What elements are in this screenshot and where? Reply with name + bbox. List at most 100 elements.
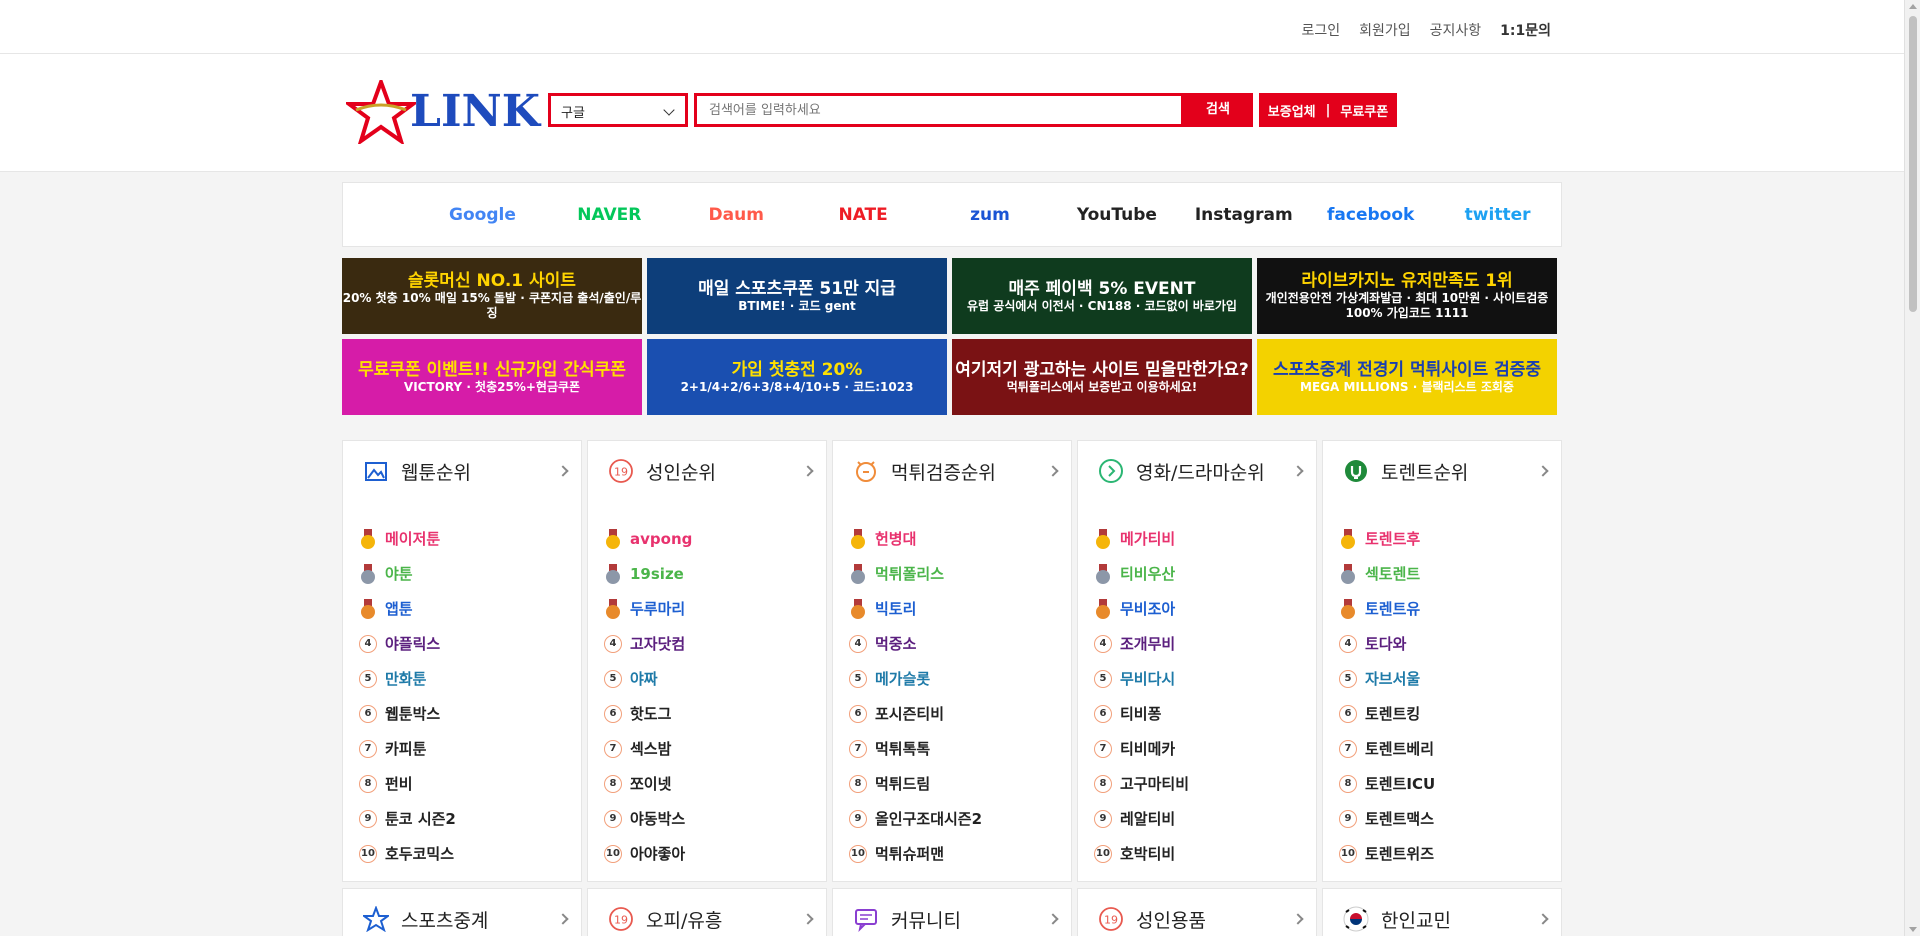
rank-item[interactable]: 8 쪼이넷 [604, 766, 826, 801]
portal-link-nate[interactable]: NATE [800, 205, 927, 225]
scroll-up-arrow-icon[interactable] [1909, 4, 1917, 9]
scroll-down-arrow-icon[interactable] [1909, 927, 1917, 932]
rank-item[interactable]: 두루마리 [604, 591, 826, 626]
rank-item[interactable]: 5 자브서울 [1339, 661, 1561, 696]
card-header[interactable]: 토렌트순위 [1323, 441, 1561, 501]
rank-item[interactable]: 5 메가슬롯 [849, 661, 1071, 696]
login-link[interactable]: 로그인 [1301, 20, 1340, 40]
rank-item[interactable]: 8 고구마티비 [1094, 766, 1316, 801]
rank-item[interactable]: 4 고자닷컴 [604, 626, 826, 661]
chevron-right-icon[interactable] [1537, 913, 1549, 925]
portal-link-naver[interactable]: NAVER [546, 205, 673, 225]
rank-item[interactable]: 4 먹중소 [849, 626, 1071, 661]
rank-item[interactable]: 4 조개무비 [1094, 626, 1316, 661]
ad-banner[interactable]: 매주 페이백 5% EVENT 유럽 공식에서 이전서 · CN188 · 코드없… [952, 258, 1252, 334]
rank-item[interactable]: 10 먹튀슈퍼맨 [849, 836, 1071, 871]
rank-item[interactable]: 메가티비 [1094, 521, 1316, 556]
ad-banner[interactable]: 스포츠중계 전경기 먹튀사이트 검증중 MEGA MILLIONS · 블랙리스트… [1257, 339, 1557, 415]
ad-banner[interactable]: 여기저기 광고하는 사이트 믿을만한가요? 먹튀폴리스에서 보증받고 이용하세요! [952, 339, 1252, 415]
rank-item[interactable]: 헌병대 [849, 521, 1071, 556]
rank-item[interactable]: 9 툰코 시즌2 [359, 801, 581, 836]
rank-item[interactable]: 7 카피툰 [359, 731, 581, 766]
rank-item[interactable]: 7 티비메카 [1094, 731, 1316, 766]
chevron-right-icon[interactable] [557, 913, 569, 925]
rank-item[interactable]: 8 먹튀드림 [849, 766, 1071, 801]
portal-link-zum[interactable]: zum [927, 205, 1054, 225]
chevron-right-icon[interactable] [802, 465, 814, 477]
rank-item[interactable]: 9 올인구조대시즌2 [849, 801, 1071, 836]
chevron-right-icon[interactable] [1292, 913, 1304, 925]
rank-item[interactable]: 9 야동박스 [604, 801, 826, 836]
rank-item[interactable]: 5 만화툰 [359, 661, 581, 696]
inquiry-link[interactable]: 1:1문의 [1500, 20, 1551, 40]
rank-item[interactable]: 빅토리 [849, 591, 1071, 626]
chevron-right-icon[interactable] [802, 913, 814, 925]
chevron-right-icon[interactable] [1047, 913, 1059, 925]
ad-banner[interactable]: 라이브카지노 유저만족도 1위 개인전용안전 가상계좌발급 · 최대 10만원 ·… [1257, 258, 1557, 334]
rank-item[interactable]: 8 토렌트ICU [1339, 766, 1561, 801]
chevron-right-icon[interactable] [1537, 465, 1549, 477]
engine-select[interactable]: 구글 [548, 93, 688, 127]
guarantee-button[interactable]: 보증업체 [1268, 101, 1316, 120]
chevron-right-icon[interactable] [557, 465, 569, 477]
card-header[interactable]: 먹튀검증순위 [833, 441, 1071, 501]
rank-item[interactable]: 야툰 [359, 556, 581, 591]
rank-item[interactable]: 앱툰 [359, 591, 581, 626]
rank-item[interactable]: 10 호박티비 [1094, 836, 1316, 871]
card-header[interactable]: 19 성인용품 [1078, 889, 1316, 936]
coupon-button[interactable]: 무료쿠폰 [1340, 101, 1388, 120]
search-input[interactable] [697, 96, 1167, 124]
rank-item[interactable]: 6 포시즌티비 [849, 696, 1071, 731]
portal-link-google[interactable]: Google [419, 205, 546, 225]
ad-banner[interactable]: 슬롯머신 NO.1 사이트 20% 첫충 10% 매일 15% 돌발 · 쿠폰지급… [342, 258, 642, 334]
rank-item[interactable]: 7 섹스밤 [604, 731, 826, 766]
card-header[interactable]: 영화/드라마순위 [1078, 441, 1316, 501]
chevron-right-icon[interactable] [1047, 465, 1059, 477]
rank-item[interactable]: 7 토렌트베리 [1339, 731, 1561, 766]
rank-item[interactable]: 섹토렌트 [1339, 556, 1561, 591]
rank-item[interactable]: 8 펀비 [359, 766, 581, 801]
portal-link-daum[interactable]: Daum [673, 205, 800, 225]
rank-item[interactable]: 7 먹튀톡톡 [849, 731, 1071, 766]
rank-item[interactable]: 19size [604, 556, 826, 591]
rank-item[interactable]: 6 티비퐁 [1094, 696, 1316, 731]
portal-link-facebook[interactable]: facebook [1307, 205, 1434, 225]
scrollbar[interactable] [1904, 0, 1920, 936]
rank-item[interactable]: 티비우산 [1094, 556, 1316, 591]
portal-link-twitter[interactable]: twitter [1434, 205, 1561, 225]
rank-item[interactable]: 6 웹툰박스 [359, 696, 581, 731]
card-header[interactable]: 19 오피/유흥 [588, 889, 826, 936]
rank-item[interactable]: 무비조아 [1094, 591, 1316, 626]
rank-item[interactable]: 5 야짜 [604, 661, 826, 696]
card-header[interactable]: 스포츠중계 [343, 889, 581, 936]
portal-link-youtube[interactable]: YouTube [1053, 205, 1180, 225]
site-logo[interactable]: LINK [346, 80, 540, 144]
signup-link[interactable]: 회원가입 [1359, 20, 1411, 40]
rank-item[interactable]: 메이저툰 [359, 521, 581, 556]
chevron-right-icon[interactable] [1292, 465, 1304, 477]
notice-link[interactable]: 공지사항 [1430, 20, 1482, 40]
rank-item[interactable]: 5 무비다시 [1094, 661, 1316, 696]
ad-banner[interactable]: 매일 스포츠쿠폰 51만 지급 BTIME! · 코드 gent [647, 258, 947, 334]
scrollbar-thumb[interactable] [1909, 16, 1917, 312]
rank-item[interactable]: 4 토다와 [1339, 626, 1561, 661]
rank-item[interactable]: 토렌트유 [1339, 591, 1561, 626]
rank-item[interactable]: 4 야플릭스 [359, 626, 581, 661]
ad-banner[interactable]: 가입 첫충전 20% 2+1/4+2/6+3/8+4/10+5 · 코드:1023 [647, 339, 947, 415]
rank-item[interactable]: 토렌트후 [1339, 521, 1561, 556]
card-header[interactable]: 웹툰순위 [343, 441, 581, 501]
rank-item[interactable]: 10 호두코믹스 [359, 836, 581, 871]
card-header[interactable]: 커뮤니티 [833, 889, 1071, 936]
portal-link-instagram[interactable]: Instagram [1180, 205, 1307, 225]
search-button[interactable]: 검색 [1183, 93, 1253, 127]
rank-item[interactable]: 6 핫도그 [604, 696, 826, 731]
rank-item[interactable]: avpong [604, 521, 826, 556]
rank-item[interactable]: 6 토렌트킹 [1339, 696, 1561, 731]
rank-item[interactable]: 먹튀폴리스 [849, 556, 1071, 591]
card-header[interactable]: 19 성인순위 [588, 441, 826, 501]
rank-item[interactable]: 10 아야좋아 [604, 836, 826, 871]
rank-item[interactable]: 10 토렌트위즈 [1339, 836, 1561, 871]
rank-item[interactable]: 9 토렌트맥스 [1339, 801, 1561, 836]
ad-banner[interactable]: 무료쿠폰 이벤트!! 신규가입 간식쿠폰 VICTORY · 첫충25%+현금쿠폰 [342, 339, 642, 415]
rank-item[interactable]: 9 레알티비 [1094, 801, 1316, 836]
